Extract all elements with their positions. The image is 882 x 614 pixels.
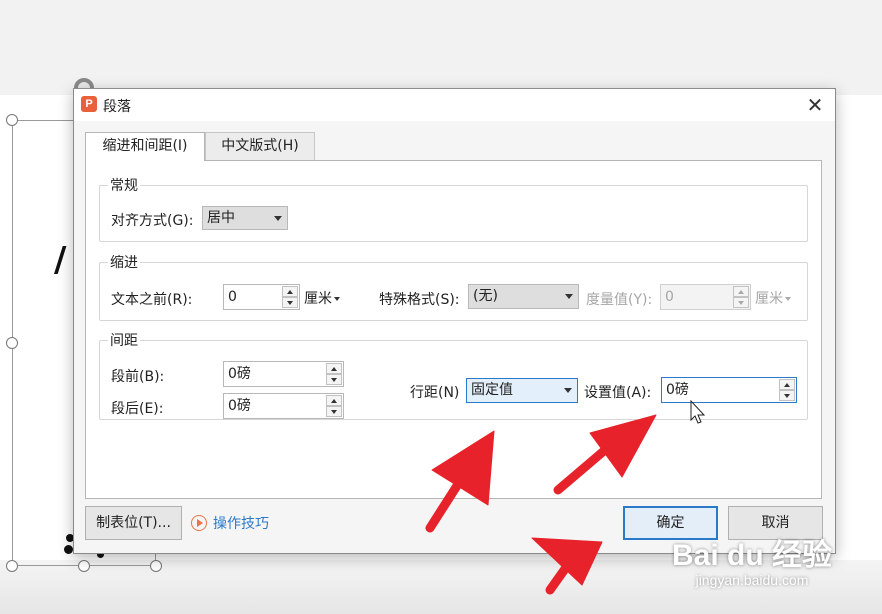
watermark-url: jingyan.baidu.com	[695, 572, 809, 588]
baidu-jingyan-watermark: Bai du 经验 jingyan.baidu.com	[672, 530, 832, 588]
red-arrow-icon	[425, 430, 495, 533]
mouse-cursor-icon	[690, 399, 706, 424]
red-arrow-icon	[553, 414, 657, 495]
annotation-layer	[425, 399, 706, 595]
watermark-logo: Bai du 经验	[672, 539, 833, 572]
red-arrow-icon	[531, 537, 603, 595]
tab-indent-spacing[interactable]: 缩进和间距(I)	[85, 132, 205, 161]
